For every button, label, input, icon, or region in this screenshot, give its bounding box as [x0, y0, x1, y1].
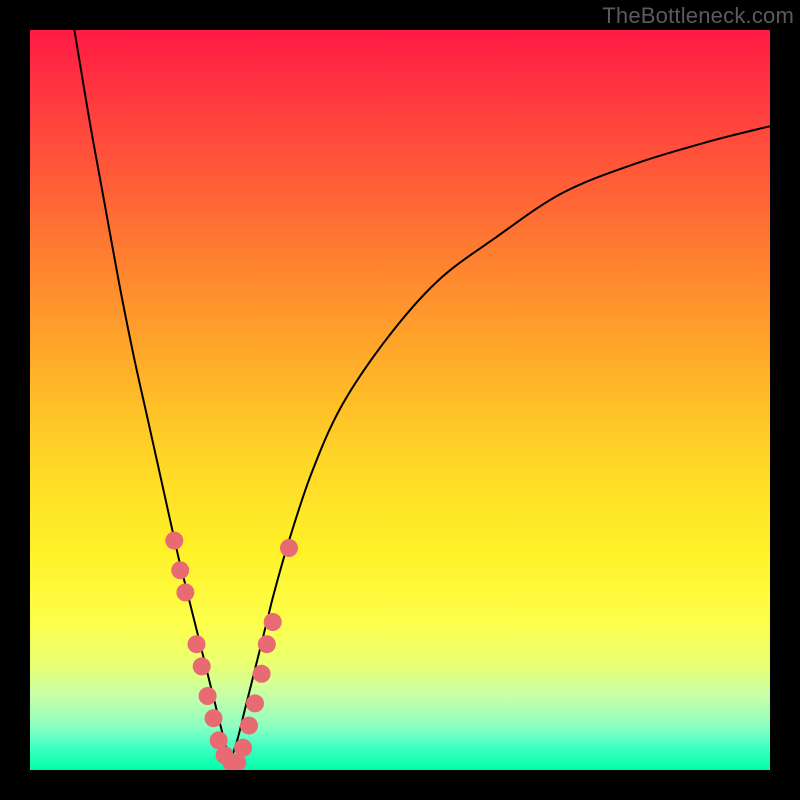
data-marker: [258, 635, 276, 653]
data-marker: [280, 539, 298, 557]
marker-group: [165, 532, 298, 770]
curve-left-branch: [74, 30, 229, 763]
data-marker: [188, 635, 206, 653]
watermark-text: TheBottleneck.com: [602, 3, 794, 29]
data-marker: [264, 613, 282, 631]
curve-layer: [30, 30, 770, 770]
data-marker: [240, 717, 258, 735]
data-marker: [234, 739, 252, 757]
curve-right-branch: [230, 126, 770, 762]
data-marker: [165, 532, 183, 550]
plot-area: [30, 30, 770, 770]
data-marker: [199, 687, 217, 705]
data-marker: [193, 657, 211, 675]
data-marker: [205, 709, 223, 727]
data-marker: [253, 665, 271, 683]
data-marker: [176, 583, 194, 601]
data-marker: [171, 561, 189, 579]
chart-frame: TheBottleneck.com: [0, 0, 800, 800]
data-marker: [246, 694, 264, 712]
